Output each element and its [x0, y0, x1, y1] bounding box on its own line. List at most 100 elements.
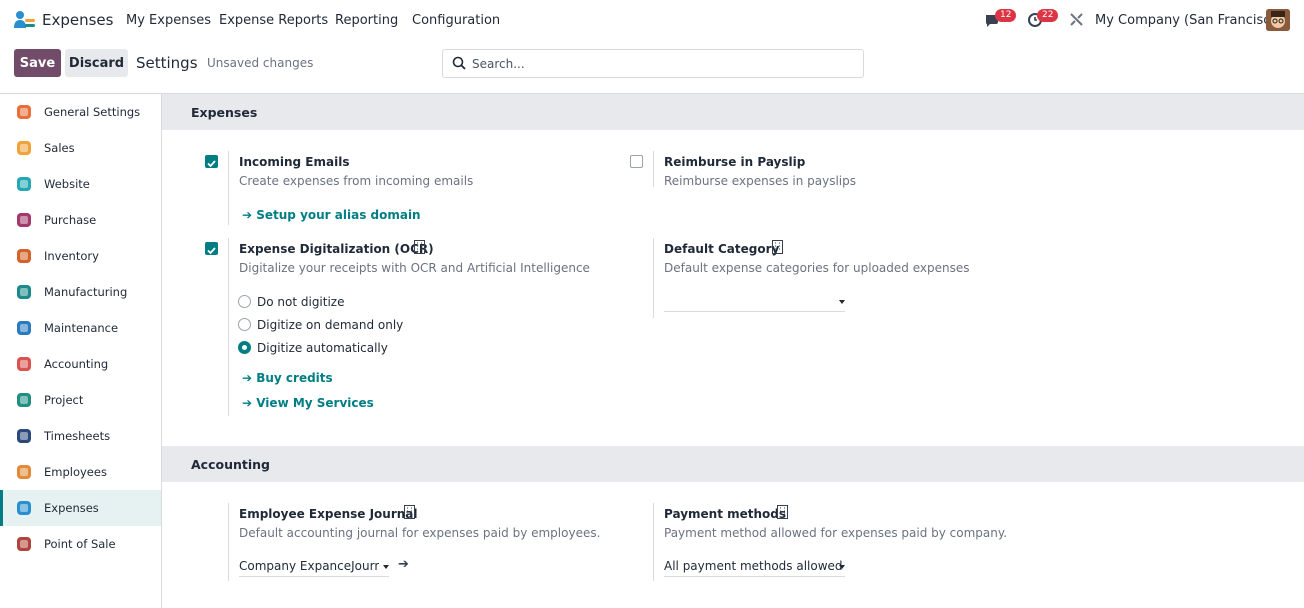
- sidebar-item-timesheets[interactable]: Timesheets: [0, 418, 161, 454]
- ocr-title: Expense Digitalization (OCR): [239, 242, 434, 256]
- sidebar-item-website[interactable]: Website: [0, 166, 161, 202]
- sales-icon: [17, 141, 31, 155]
- sidebar-item-label: Inventory: [44, 249, 99, 263]
- sidebar-item-inventory[interactable]: Inventory: [0, 238, 161, 274]
- sidebar-item-manufacturing[interactable]: Manufacturing: [0, 274, 161, 310]
- sidebar-item-general-settings[interactable]: General Settings: [0, 94, 161, 130]
- journal-desc: Default accounting journal for expenses …: [239, 526, 601, 540]
- sidebar-item-label: Website: [44, 177, 90, 191]
- sidebar-item-label: Timesheets: [44, 429, 111, 443]
- payment-methods-select[interactable]: All payment methods allowed: [664, 557, 845, 577]
- discard-button[interactable]: Discard: [65, 49, 128, 77]
- payment-methods-desc: Payment method allowed for expenses paid…: [664, 526, 1008, 540]
- section-header-expenses: Expenses: [162, 94, 1304, 130]
- sidebar-item-label: Maintenance: [44, 321, 119, 335]
- company-building-icon: [404, 505, 415, 519]
- sidebar-item-project[interactable]: Project: [0, 382, 161, 418]
- check-icon: [207, 247, 216, 255]
- sidebar-item-label: Manufacturing: [44, 285, 128, 299]
- activities-badge: 22: [1037, 9, 1059, 22]
- website-icon: [17, 177, 31, 191]
- radio-label-digitize-on-demand: Digitize on demand only: [257, 318, 404, 332]
- setting-divider: [653, 238, 654, 318]
- sidebar-item-point-of-sale[interactable]: Point of Sale: [0, 526, 161, 562]
- company-switcher[interactable]: My Company (San Francisco): [1095, 13, 1283, 28]
- avatar-image: [1266, 9, 1290, 31]
- sidebar-item-expenses[interactable]: Expenses: [0, 490, 161, 526]
- sidebar-item-label: Accounting: [44, 357, 109, 371]
- sidebar-item-label: Point of Sale: [44, 537, 116, 551]
- sidebar-item-accounting[interactable]: Accounting: [0, 346, 161, 382]
- radio-digitize-automatically[interactable]: [238, 341, 251, 354]
- inventory-icon: [17, 249, 31, 263]
- setting-divider: [228, 503, 229, 581]
- payment-methods-title: Payment methods: [664, 507, 787, 521]
- app-name[interactable]: Expenses: [42, 11, 113, 29]
- buy-credits-link[interactable]: ➔ Buy credits: [242, 371, 333, 385]
- link-label: Setup your alias domain: [256, 208, 421, 222]
- radio-digitize-on-demand[interactable]: [238, 318, 251, 331]
- menu-expense-reports[interactable]: Expense Reports: [219, 13, 328, 28]
- sidebar-item-employees[interactable]: Employees: [0, 454, 161, 490]
- default-category-select[interactable]: [664, 292, 845, 312]
- incoming-emails-title: Incoming Emails: [239, 155, 350, 169]
- ocr-checkbox[interactable]: [205, 242, 218, 255]
- journal-select[interactable]: Company ExpanceJournal: [239, 557, 389, 577]
- top-navbar: Expenses My Expenses Expense Reports Rep…: [0, 0, 1304, 40]
- setup-alias-domain-link[interactable]: ➔ Setup your alias domain: [242, 208, 421, 222]
- purchase-icon: [17, 213, 31, 227]
- view-my-services-link[interactable]: ➔ View My Services: [242, 396, 374, 410]
- unsaved-status: Unsaved changes: [207, 56, 314, 70]
- search-input[interactable]: [472, 54, 852, 74]
- menu-configuration[interactable]: Configuration: [412, 13, 500, 28]
- sidebar-item-label: Purchase: [44, 213, 97, 227]
- radio-label-do-not-digitize: Do not digitize: [257, 295, 345, 309]
- manufacturing-icon: [17, 285, 31, 299]
- select-value: Company ExpanceJournal: [239, 559, 379, 573]
- link-label: View My Services: [256, 396, 374, 410]
- expenses-app-icon[interactable]: [14, 10, 36, 30]
- settings-content: Expenses Incoming Emails Create expenses…: [162, 94, 1304, 608]
- default-category-desc: Default expense categories for uploaded …: [664, 261, 970, 275]
- select-value: All payment methods allowed: [664, 559, 843, 573]
- sidebar-item-sales[interactable]: Sales: [0, 130, 161, 166]
- ocr-desc: Digitalize your receipts with OCR and Ar…: [239, 261, 590, 275]
- page-title: Settings: [136, 54, 198, 72]
- sidebar-item-maintenance[interactable]: Maintenance: [0, 310, 161, 346]
- reimburse-payslip-desc: Reimburse expenses in payslips: [664, 174, 857, 188]
- chevron-down-icon: [839, 300, 845, 304]
- company-building-icon: [777, 505, 788, 519]
- expenses-icon: [17, 501, 31, 515]
- reimburse-payslip-title: Reimburse in Payslip: [664, 155, 806, 169]
- check-icon: [207, 160, 216, 168]
- settings-sidebar: General Settings Sales Website Purchase Inve…: [0, 94, 162, 608]
- search-box[interactable]: [442, 49, 864, 78]
- company-building-icon: [772, 240, 783, 254]
- default-category-title: Default Category: [664, 242, 780, 256]
- maintenance-icon: [17, 321, 31, 335]
- chevron-down-icon: [383, 565, 389, 569]
- setting-divider: [653, 151, 654, 187]
- radio-do-not-digitize[interactable]: [238, 295, 251, 308]
- menu-my-expenses[interactable]: My Expenses: [126, 13, 211, 28]
- sidebar-item-purchase[interactable]: Purchase: [0, 202, 161, 238]
- setting-divider: [228, 151, 229, 225]
- debug-tools-icon[interactable]: [1069, 12, 1084, 27]
- sidebar-item-label: Expenses: [44, 501, 99, 515]
- internal-link-arrow-icon[interactable]: ➔: [398, 557, 409, 572]
- save-button[interactable]: Save: [14, 49, 61, 77]
- sidebar-item-label: Employees: [44, 465, 107, 479]
- general-settings-icon: [17, 105, 31, 119]
- setting-divider: [228, 238, 229, 416]
- menu-reporting[interactable]: Reporting: [335, 13, 398, 28]
- section-header-accounting: Accounting: [162, 446, 1304, 482]
- incoming-emails-desc: Create expenses from incoming emails: [239, 174, 474, 188]
- sidebar-item-label: General Settings: [44, 105, 141, 119]
- user-avatar[interactable]: [1266, 9, 1290, 31]
- timesheets-icon: [17, 429, 31, 443]
- company-building-icon: [414, 240, 425, 254]
- chevron-down-icon: [839, 565, 845, 569]
- setting-divider: [653, 503, 654, 581]
- reimburse-payslip-checkbox[interactable]: [630, 155, 643, 168]
- incoming-emails-checkbox[interactable]: [205, 155, 218, 168]
